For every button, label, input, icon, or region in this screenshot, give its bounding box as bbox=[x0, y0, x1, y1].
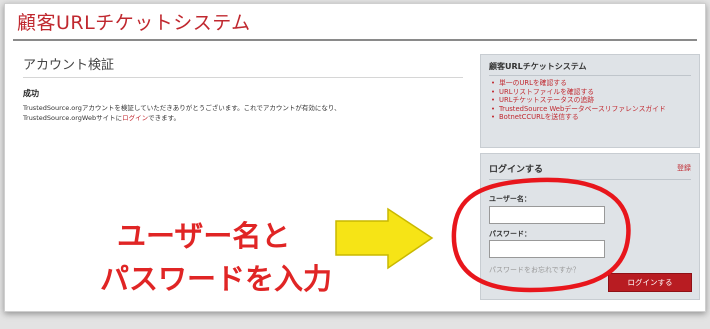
right-arrow-icon bbox=[335, 207, 434, 270]
annotation-line2: パスワードを入力 bbox=[100, 262, 333, 296]
highlight-circle-icon bbox=[451, 177, 631, 293]
annotation-line1: ユーザー名と bbox=[117, 219, 291, 253]
